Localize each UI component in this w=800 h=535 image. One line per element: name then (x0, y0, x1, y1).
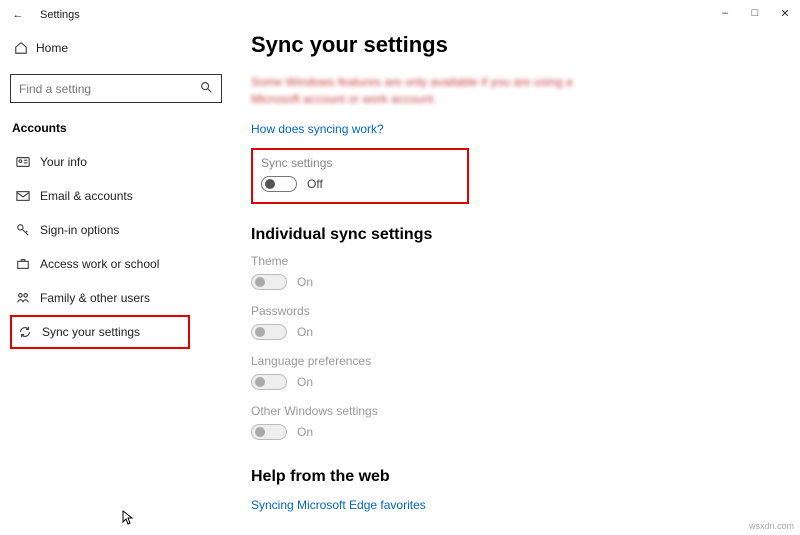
search-placeholder: Find a setting (19, 82, 91, 96)
nav-signin-options[interactable]: Sign-in options (10, 213, 221, 247)
section-accounts: Accounts (10, 121, 221, 135)
people-icon (16, 291, 40, 305)
home-icon (14, 41, 36, 55)
theme-toggle (251, 274, 287, 290)
sync-settings-label: Sync settings (261, 156, 459, 170)
minimize-button[interactable]: – (710, 0, 740, 26)
user-card-icon (16, 155, 40, 169)
content: Sync your settings Some Windows features… (231, 30, 800, 535)
nav-family-users[interactable]: Family & other users (10, 281, 221, 315)
ind-label: Theme (251, 254, 800, 268)
ind-theme: Theme On (251, 254, 800, 290)
watermark: wsxdn.com (749, 521, 794, 531)
sync-settings-toggle[interactable] (261, 176, 297, 192)
other-toggle (251, 424, 287, 440)
ind-label: Language preferences (251, 354, 800, 368)
nav-label: Sync your settings (42, 325, 140, 339)
back-button[interactable]: ← (10, 9, 26, 21)
page-title: Sync your settings (251, 32, 800, 58)
how-sync-link[interactable]: How does syncing work? (251, 122, 384, 136)
nav-access-work-school[interactable]: Access work or school (10, 247, 221, 281)
sync-settings-block: Sync settings Off (251, 148, 469, 204)
help-heading: Help from the web (251, 468, 800, 486)
passwords-toggle (251, 324, 287, 340)
nav-label: Family & other users (40, 291, 150, 305)
search-icon (199, 80, 213, 97)
home-nav[interactable]: Home (10, 32, 221, 64)
language-state: On (297, 375, 313, 389)
ind-language: Language preferences On (251, 354, 800, 390)
nav-label: Your info (40, 155, 87, 169)
nav-sync-settings[interactable]: Sync your settings (10, 315, 190, 349)
ind-other: Other Windows settings On (251, 404, 800, 440)
window-title: Settings (40, 9, 80, 21)
passwords-state: On (297, 325, 313, 339)
language-toggle (251, 374, 287, 390)
account-notice: Some Windows features are only available… (251, 74, 581, 108)
briefcase-icon (16, 257, 40, 271)
key-icon (16, 223, 40, 237)
ind-label: Other Windows settings (251, 404, 800, 418)
sidebar: Home Find a setting Accounts Your info E… (0, 30, 231, 535)
ind-label: Passwords (251, 304, 800, 318)
nav-label: Sign-in options (40, 223, 119, 237)
close-button[interactable]: ✕ (770, 0, 800, 26)
ind-passwords: Passwords On (251, 304, 800, 340)
other-state: On (297, 425, 313, 439)
home-label: Home (36, 41, 68, 55)
nav-your-info[interactable]: Your info (10, 145, 221, 179)
mail-icon (16, 189, 40, 203)
search-input[interactable]: Find a setting (10, 74, 222, 103)
sync-icon (18, 325, 42, 339)
theme-state: On (297, 275, 313, 289)
help-link[interactable]: Syncing Microsoft Edge favorites (251, 498, 426, 512)
sync-settings-state: Off (307, 177, 323, 191)
individual-heading: Individual sync settings (251, 226, 800, 244)
nav-email-accounts[interactable]: Email & accounts (10, 179, 221, 213)
nav-label: Access work or school (40, 257, 159, 271)
nav-label: Email & accounts (40, 189, 133, 203)
maximize-button[interactable]: □ (740, 0, 770, 26)
